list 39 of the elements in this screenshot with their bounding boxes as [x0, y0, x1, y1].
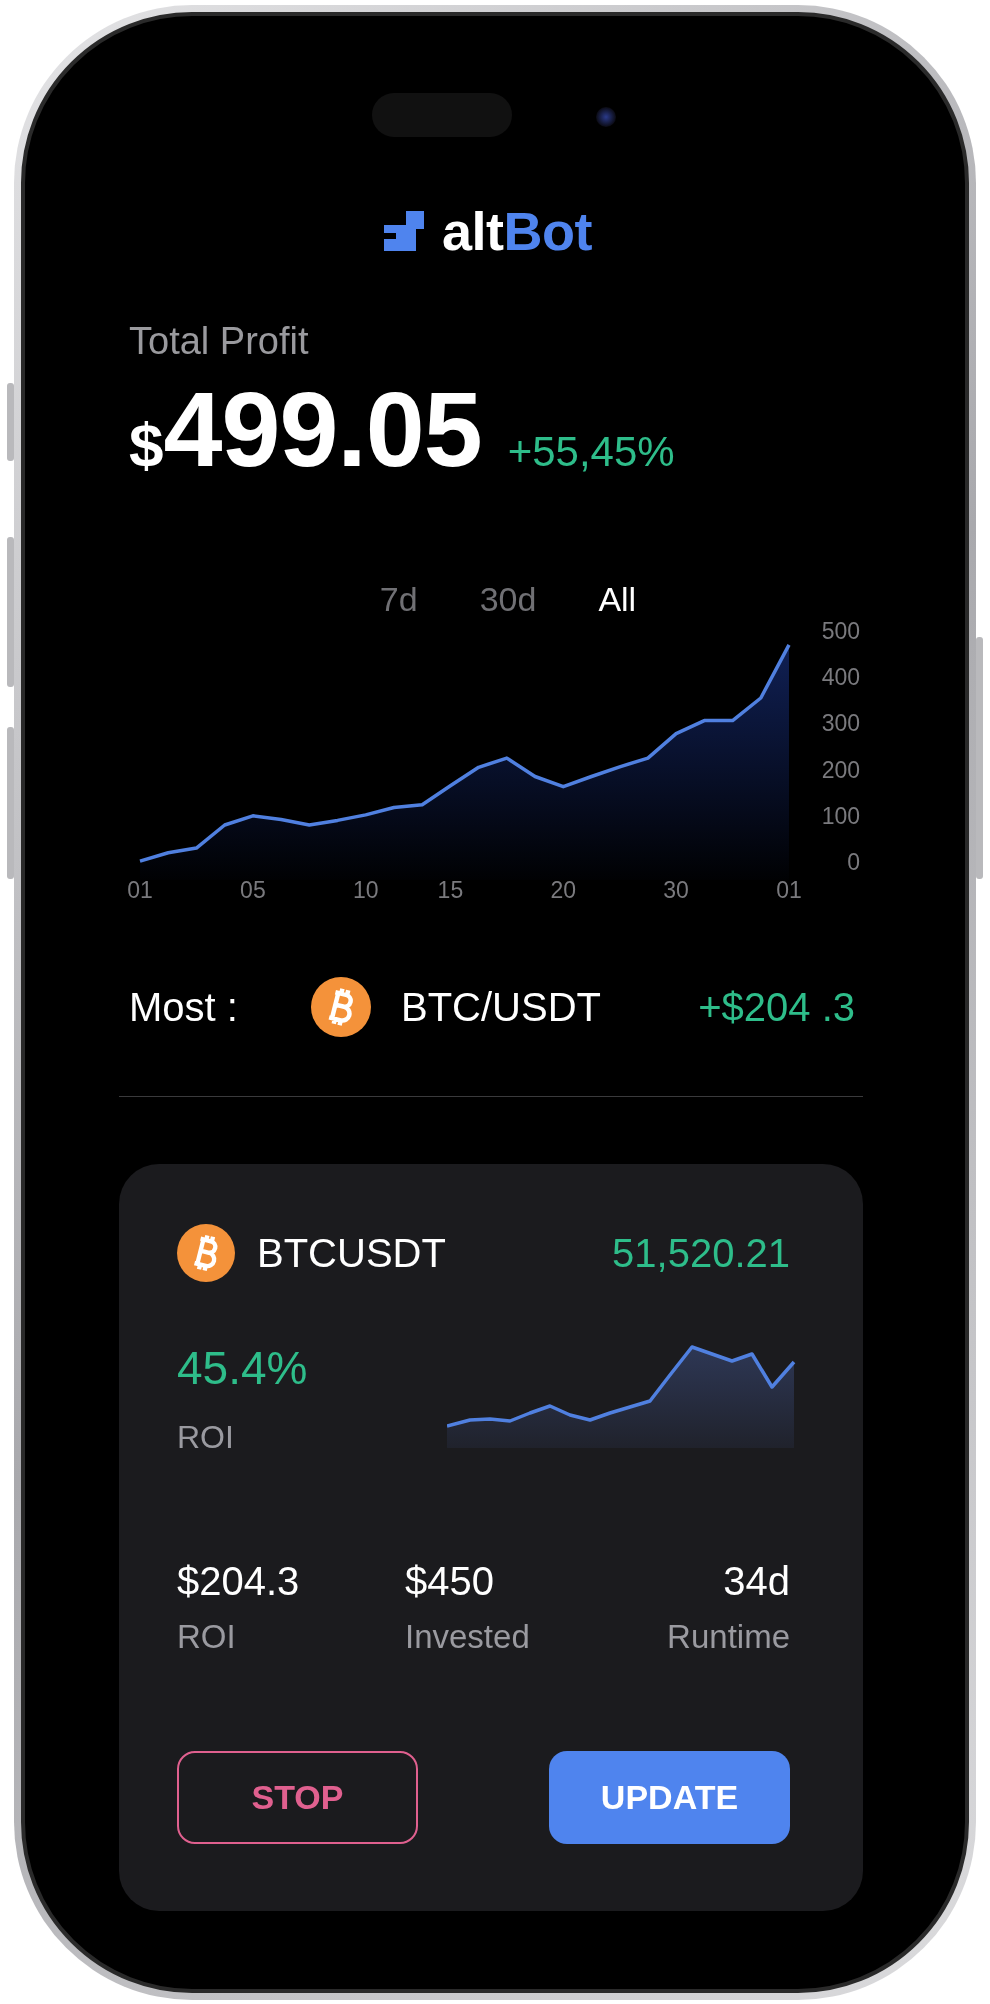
axis-label: 300	[821, 710, 860, 737]
total-profit-label: Total Profit	[129, 319, 310, 363]
roi-percent: 45.4%	[177, 1341, 308, 1395]
axis-label: 10	[352, 877, 379, 903]
stat-value: $204.3	[177, 1558, 301, 1604]
axis-label: 01	[776, 877, 802, 903]
coin-icon	[311, 977, 371, 1037]
range-tab[interactable]: 30d	[479, 579, 537, 619]
axis-label: 200	[821, 756, 860, 783]
logo-icon	[384, 211, 424, 251]
pair-profit: +$204 .3	[698, 984, 855, 1031]
axis-label: 0	[847, 849, 860, 875]
stat-label: Invested	[405, 1617, 531, 1657]
profit-amount: 499.05	[163, 379, 482, 479]
stat-label: ROI	[177, 1617, 237, 1657]
currency-symbol: $	[129, 410, 164, 481]
app-logo-text: altBot	[442, 205, 592, 257]
axis-label: 100	[821, 802, 860, 829]
axis-label: 15	[437, 877, 464, 903]
pair-name: BTC/USDT	[401, 984, 601, 1031]
pair-symbol: BTCUSDT	[257, 1230, 446, 1277]
pair-price: 51,520.21	[612, 1230, 790, 1277]
axis-label: 20	[550, 877, 577, 903]
roi-label: ROI	[177, 1418, 235, 1457]
stop-button[interactable]: STOP	[177, 1751, 418, 1844]
profit-change: +55,45%	[507, 427, 675, 477]
most-label: Most :	[129, 984, 239, 1031]
range-tab[interactable]: All	[598, 579, 637, 619]
axis-label: 30	[663, 877, 689, 903]
axis-label: 01	[127, 877, 153, 903]
stat-value: $450	[405, 1558, 495, 1604]
coin-icon	[177, 1224, 235, 1282]
axis-label: 500	[821, 622, 860, 644]
range-tab[interactable]: 7d	[379, 579, 418, 619]
update-button[interactable]: UPDATE	[549, 1751, 790, 1844]
axis-label: 05	[240, 877, 266, 903]
axis-label: 400	[821, 664, 860, 691]
stat-label: Runtime	[667, 1617, 790, 1657]
stat-value: 34d	[722, 1558, 790, 1604]
